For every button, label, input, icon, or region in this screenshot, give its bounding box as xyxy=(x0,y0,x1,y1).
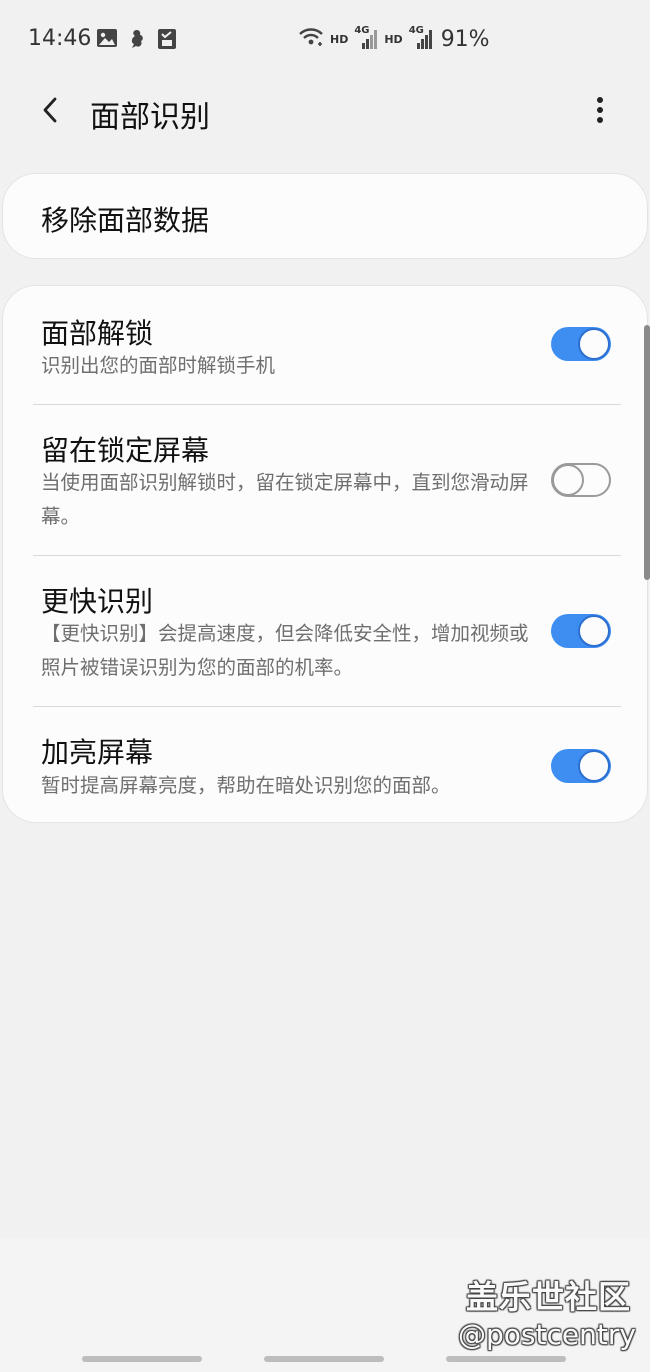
page-title: 面部识别 xyxy=(90,100,210,135)
hd-label-2: HD xyxy=(384,32,403,46)
watermark-community-name: 盖乐世社区 xyxy=(466,1278,632,1316)
setting-title: 加亮屏幕 xyxy=(41,736,154,769)
status-time: 14:46 xyxy=(28,26,92,51)
hd-label-1: HD xyxy=(330,32,349,46)
setting-description: 【更快识别】会提高速度，但会降低安全性，增加视频或照片被错误识别为您的面部的机率… xyxy=(41,622,529,679)
toggle-stay-on-lock-screen[interactable] xyxy=(551,463,611,497)
remove-face-data-button[interactable]: 移除面部数据 xyxy=(2,173,648,259)
setting-row-brighten-screen[interactable]: 加亮屏幕 暂时提高屏幕亮度，帮助在暗处识别您的面部。 xyxy=(3,707,647,822)
toggle-faster-recognition[interactable] xyxy=(551,614,611,648)
back-button[interactable] xyxy=(28,90,72,134)
setting-title: 更快识别 xyxy=(41,585,154,618)
nav-back-button[interactable] xyxy=(446,1356,566,1362)
status-indicators: HD 4G HD 4G 91% xyxy=(298,24,490,54)
face-settings-card: 面部解锁 识别出您的面部时解锁手机 留在锁定屏幕 当使用面部识别解锁时，留在锁定… xyxy=(2,285,648,823)
image-icon xyxy=(96,28,118,52)
app-header: 面部识别 xyxy=(0,80,650,142)
setting-description: 当使用面部识别解锁时，留在锁定屏幕中，直到您滑动屏幕。 xyxy=(41,471,529,528)
more-options-button[interactable] xyxy=(578,90,622,134)
chevron-left-icon xyxy=(40,96,60,128)
sim-card-icon xyxy=(156,28,178,54)
assistant-icon xyxy=(126,28,148,54)
setting-row-face-unlock[interactable]: 面部解锁 识别出您的面部时解锁手机 xyxy=(3,286,647,404)
watermark-handle: @postcentry xyxy=(458,1318,636,1351)
toggle-brighten-screen[interactable] xyxy=(551,749,611,783)
toggle-knob xyxy=(578,750,610,782)
setting-row-stay-on-lock-screen[interactable]: 留在锁定屏幕 当使用面部识别解锁时，留在锁定屏幕中，直到您滑动屏幕。 xyxy=(3,405,647,555)
signal-icon-1: 4G xyxy=(354,25,378,51)
toggle-knob xyxy=(552,464,584,496)
setting-row-faster-recognition[interactable]: 更快识别 【更快识别】会提高速度，但会降低安全性，增加视频或照片被错误识别为您的… xyxy=(3,556,647,706)
more-vertical-icon xyxy=(596,96,604,128)
setting-title: 面部解锁 xyxy=(41,317,154,350)
setting-title: 留在锁定屏幕 xyxy=(41,434,210,467)
setting-description: 识别出您的面部时解锁手机 xyxy=(41,354,276,377)
battery-level: 91% xyxy=(440,26,490,52)
toggle-knob xyxy=(578,328,610,360)
toggle-knob xyxy=(578,615,610,647)
wifi-icon xyxy=(298,26,324,52)
signal-icon-2: 4G xyxy=(409,25,433,51)
nav-home-button[interactable] xyxy=(264,1356,384,1362)
status-bar: 14:46 HD 4G HD 4G 91% xyxy=(0,0,650,80)
nav-recents-button[interactable] xyxy=(82,1356,202,1362)
remove-face-data-label: 移除面部数据 xyxy=(41,204,210,237)
setting-description: 暂时提高屏幕亮度，帮助在暗处识别您的面部。 xyxy=(41,774,451,797)
scroll-indicator[interactable] xyxy=(644,325,650,580)
toggle-face-unlock[interactable] xyxy=(551,327,611,361)
